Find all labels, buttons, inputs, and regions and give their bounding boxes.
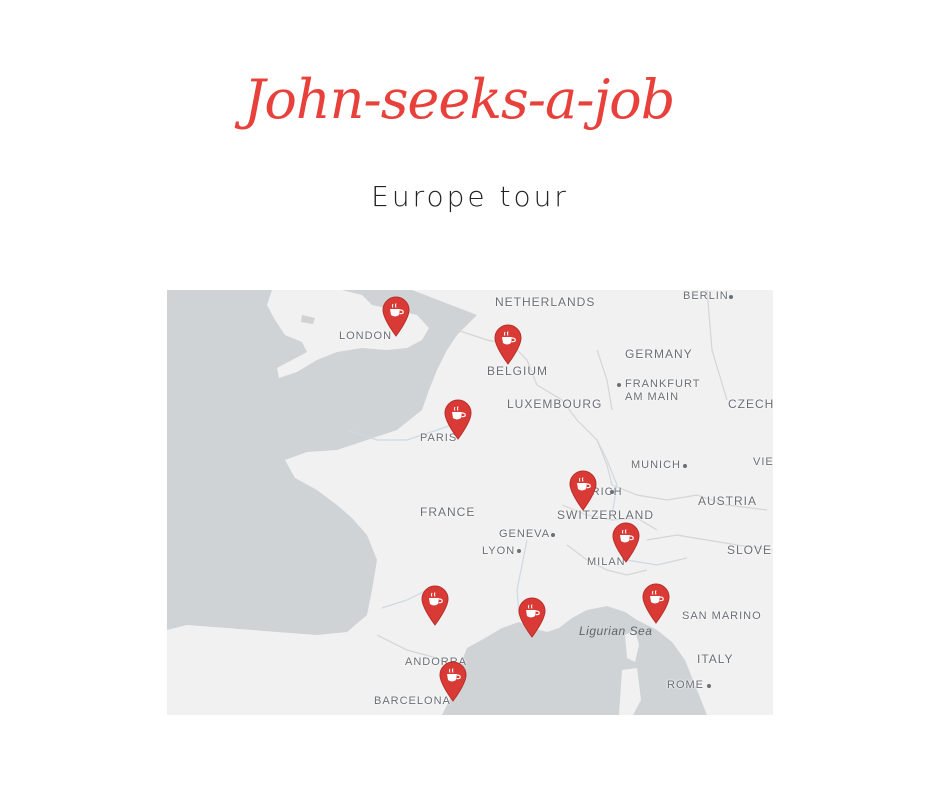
label-berlin: BERLIN — [683, 290, 729, 302]
label-netherlands: NETHERLANDS — [495, 295, 596, 309]
label-rome: ROME — [667, 679, 704, 691]
map-pin-brussels[interactable] — [493, 323, 523, 365]
label-slovenia: SLOVEN — [727, 543, 773, 557]
label-munich: MUNICH — [631, 459, 681, 471]
city-dot-zurich — [610, 490, 614, 494]
label-san-marino: SAN MARINO — [682, 610, 762, 622]
page-subtitle: Europe tour — [371, 180, 569, 213]
label-frankfurt: FRANKFURT AM MAIN — [625, 378, 701, 403]
label-vienna: VIE — [753, 456, 773, 468]
city-dot-munich — [683, 464, 687, 468]
label-belgium: BELGIUM — [487, 364, 549, 378]
europe-map[interactable]: NETHERLANDS BELGIUM GERMANY LUXEMBOURG F… — [167, 290, 773, 715]
page-title: John-seeks-a-job — [243, 68, 676, 131]
label-luxembourg: LUXEMBOURG — [507, 397, 603, 411]
label-czech: CZECH — [728, 397, 773, 411]
label-italy: ITALY — [697, 652, 734, 666]
map-pin-paris[interactable] — [443, 398, 473, 440]
map-pin-zurich[interactable] — [568, 469, 598, 511]
city-dot-lyon — [517, 549, 521, 553]
map-pin-nice[interactable] — [517, 596, 547, 638]
city-dot-rome — [707, 684, 711, 688]
label-geneva: GENEVA — [499, 528, 551, 540]
map-pin-barcelona[interactable] — [438, 660, 468, 702]
map-pin-toulouse[interactable] — [420, 584, 450, 626]
city-dot-berlin — [729, 295, 733, 299]
label-france: FRANCE — [420, 505, 476, 519]
label-ligurian-sea: Ligurian Sea — [579, 624, 653, 638]
map-pin-milan[interactable] — [611, 521, 641, 563]
label-germany: GERMANY — [625, 347, 693, 361]
map-pin-london[interactable] — [381, 295, 411, 337]
label-austria: AUSTRIA — [698, 494, 758, 508]
label-lyon: LYON — [482, 545, 516, 557]
city-dot-frankfurt — [617, 383, 621, 387]
city-dot-geneva — [551, 533, 555, 537]
map-pin-bologna[interactable] — [641, 582, 671, 624]
